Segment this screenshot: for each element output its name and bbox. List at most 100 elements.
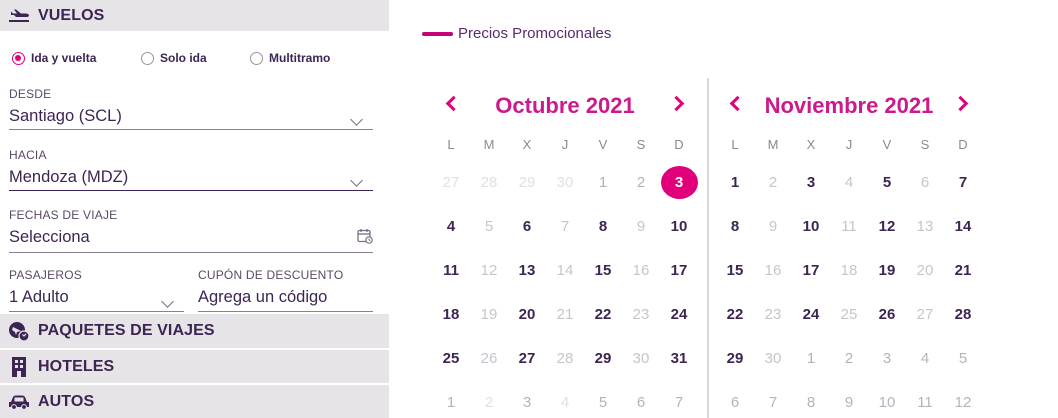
day-cell[interactable]: 29 xyxy=(584,336,622,380)
promo-legend-label: Precios Promocionales xyxy=(458,25,612,42)
day-cell[interactable]: 18 xyxy=(432,292,470,336)
weekday-header: J xyxy=(845,137,853,152)
day-cell[interactable]: 28 xyxy=(546,336,584,380)
section-autos-label: AUTOS xyxy=(38,392,95,410)
day-cell[interactable]: 6 xyxy=(508,204,546,248)
day-cell[interactable]: 14 xyxy=(546,248,584,292)
day-cell[interactable]: 11 xyxy=(830,204,868,248)
day-cell[interactable]: 30 xyxy=(622,336,660,380)
day-cell[interactable]: 13 xyxy=(508,248,546,292)
origin-field[interactable]: DESDE Santiago (SCL) xyxy=(9,87,373,130)
destination-field[interactable]: HACIA Mendoza (MDZ) xyxy=(9,148,373,191)
weekday-header: D xyxy=(958,137,968,152)
day-cell[interactable]: 20 xyxy=(906,248,944,292)
radio-ida-y-vuelta-label: Ida y vuelta xyxy=(31,51,97,65)
section-hoteles[interactable]: HOTELES xyxy=(0,350,389,383)
day-cell: 6 xyxy=(636,393,646,411)
day-cell: 7 xyxy=(768,393,778,411)
day-cell[interactable]: 15 xyxy=(716,248,754,292)
calendar-icon[interactable] xyxy=(357,228,373,249)
section-vuelos-label: VUELOS xyxy=(38,6,105,24)
day-cell[interactable]: 2 xyxy=(754,160,792,204)
day-cell[interactable]: 16 xyxy=(754,248,792,292)
section-autos[interactable]: AUTOS xyxy=(0,385,389,418)
radio-ida-y-vuelta[interactable]: Ida y vuelta xyxy=(12,51,96,65)
day-cell[interactable]: 6 xyxy=(906,160,944,204)
day-cell[interactable]: 17 xyxy=(660,248,698,292)
day-cell[interactable]: 22 xyxy=(716,292,754,336)
day-cell[interactable]: 8 xyxy=(584,204,622,248)
day-cell[interactable]: 17 xyxy=(792,248,830,292)
day-grid: L M X J V S D 27 28 29 30 1 2 3 4 5 6 7 8 9 10 11 12 13 14 15 16 17… xyxy=(432,122,698,418)
day-cell[interactable]: 7 xyxy=(546,204,584,248)
day-cell[interactable]: 24 xyxy=(792,292,830,336)
section-paquetes[interactable]: PAQUETES DE VIAJES xyxy=(0,314,389,348)
day-cell[interactable]: 3 xyxy=(792,160,830,204)
coupon-field[interactable]: CUPÓN DE DESCUENTO Agrega un código xyxy=(198,268,373,312)
day-cell[interactable]: 11 xyxy=(432,248,470,292)
day-cell[interactable]: 22 xyxy=(584,292,622,336)
day-cell[interactable]: 16 xyxy=(622,248,660,292)
day-cell[interactable]: 12 xyxy=(470,248,508,292)
day-cell[interactable]: 21 xyxy=(546,292,584,336)
day-cell[interactable]: 28 xyxy=(944,292,982,336)
day-cell[interactable]: 10 xyxy=(792,204,830,248)
coupon-input[interactable]: Agrega un código xyxy=(198,286,373,310)
day-cell[interactable]: 4 xyxy=(830,160,868,204)
day-cell[interactable]: 14 xyxy=(944,204,982,248)
day-cell[interactable]: 4 xyxy=(432,204,470,248)
weekday-header: V xyxy=(598,137,608,152)
day-cell[interactable]: 24 xyxy=(660,292,698,336)
day-cell[interactable]: 13 xyxy=(906,204,944,248)
day-cell[interactable]: 26 xyxy=(470,336,508,380)
day-cell: 29 xyxy=(518,173,536,191)
day-cell[interactable]: 19 xyxy=(470,292,508,336)
day-cell[interactable]: 25 xyxy=(830,292,868,336)
day-cell[interactable]: 23 xyxy=(622,292,660,336)
day-cell[interactable]: 5 xyxy=(470,204,508,248)
day-cell[interactable]: 5 xyxy=(868,160,906,204)
radio-multitramo-label: Multitramo xyxy=(269,51,331,65)
day-cell: 5 xyxy=(598,393,608,411)
day-cell[interactable]: 31 xyxy=(660,336,698,380)
day-cell[interactable]: 2 xyxy=(622,160,660,204)
radio-solo-ida-label: Solo ida xyxy=(160,51,207,65)
day-cell[interactable]: 29 xyxy=(716,336,754,380)
day-cell[interactable]: 1 xyxy=(584,160,622,204)
day-cell: 3 xyxy=(522,393,532,411)
weekday-header: V xyxy=(882,137,892,152)
day-cell[interactable]: 1 xyxy=(716,160,754,204)
day-cell[interactable]: 25 xyxy=(432,336,470,380)
day-cell[interactable]: 8 xyxy=(716,204,754,248)
day-cell[interactable]: 10 xyxy=(660,204,698,248)
day-cell[interactable]: 12 xyxy=(868,204,906,248)
coupon-label: CUPÓN DE DESCUENTO xyxy=(198,268,344,282)
passengers-field[interactable]: PASAJEROS 1 Adulto xyxy=(9,268,184,312)
day-cell-selected[interactable]: 3 xyxy=(660,160,698,204)
section-vuelos[interactable]: VUELOS xyxy=(0,0,389,31)
dates-field[interactable]: FECHAS DE VIAJE Selecciona xyxy=(9,208,373,253)
day-cell: 7 xyxy=(674,393,684,411)
day-cell[interactable]: 23 xyxy=(754,292,792,336)
day-cell[interactable]: 7 xyxy=(944,160,982,204)
weekday-header: S xyxy=(636,137,646,152)
day-cell[interactable]: 9 xyxy=(622,204,660,248)
day-cell[interactable]: 27 xyxy=(906,292,944,336)
day-cell[interactable]: 18 xyxy=(830,248,868,292)
day-cell[interactable]: 20 xyxy=(508,292,546,336)
radio-solo-ida[interactable]: Solo ida xyxy=(141,51,207,65)
day-cell[interactable]: 19 xyxy=(868,248,906,292)
day-cell: 11 xyxy=(917,393,933,411)
day-cell[interactable]: 26 xyxy=(868,292,906,336)
calendar-october: Octubre 2021 L M X J V S D 27 28 29 30 1 2 3 4 5 6 7 8 9 10 1… xyxy=(432,90,698,418)
day-grid: L M X J V S D 1 2 3 4 5 6 7 8 9 10 11 12 13 14 15 16 17 18 19 20 21… xyxy=(716,122,982,418)
selected-day-label[interactable]: 3 xyxy=(660,165,698,199)
day-cell: 2 xyxy=(844,349,854,367)
radio-multitramo[interactable]: Multitramo xyxy=(250,51,330,65)
origin-value: Santiago (SCL) xyxy=(9,107,122,125)
day-cell[interactable]: 30 xyxy=(754,336,792,380)
day-cell[interactable]: 21 xyxy=(944,248,982,292)
day-cell[interactable]: 9 xyxy=(754,204,792,248)
day-cell[interactable]: 27 xyxy=(508,336,546,380)
day-cell[interactable]: 15 xyxy=(584,248,622,292)
